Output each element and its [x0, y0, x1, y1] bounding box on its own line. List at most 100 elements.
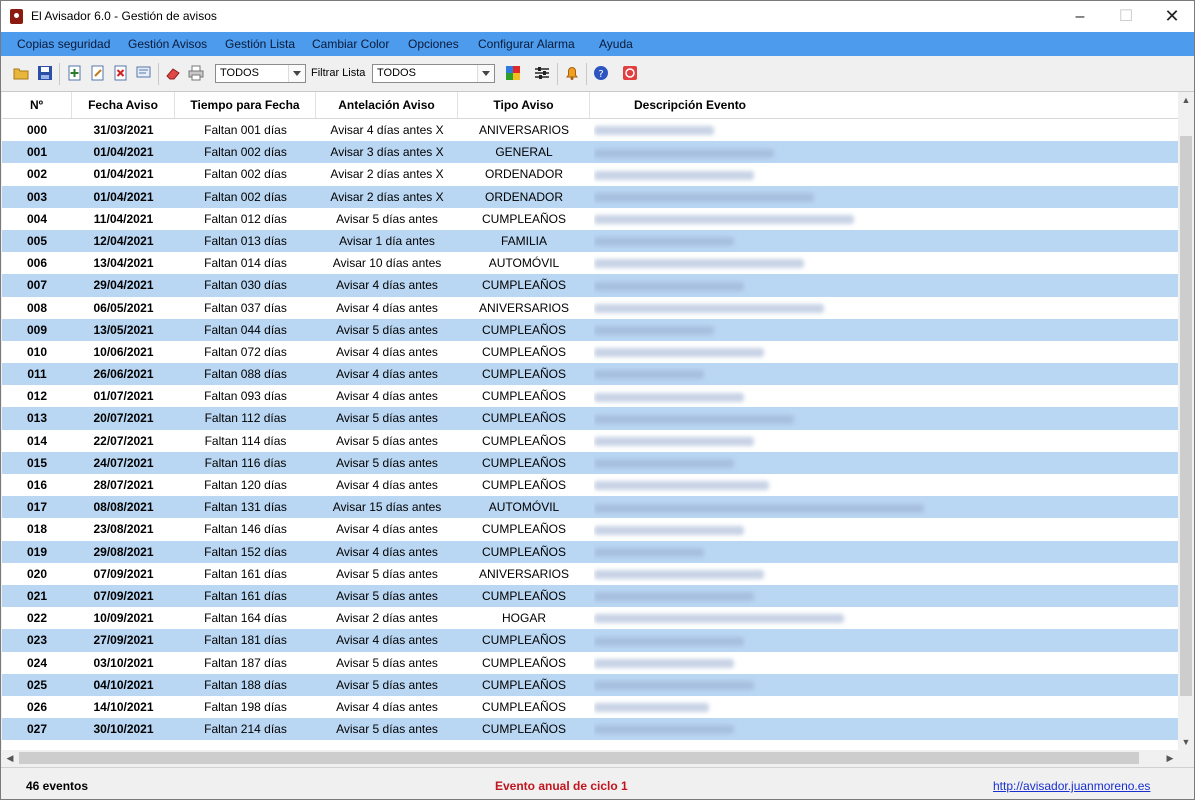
table-row[interactable]: 021 07/09/2021 Faltan 161 días Avisar 5 día… — [2, 584, 1178, 608]
table-row[interactable]: 007 29/04/2021 Faltan 030 días Avisar 4 día… — [2, 274, 1178, 297]
table-row[interactable]: 018 23/08/2021 Faltan 146 días Avisar 4 día… — [2, 518, 1178, 540]
cell-antelacion-aviso: Avisar 5 días antes — [336, 677, 438, 692]
blurred-description — [594, 570, 764, 580]
cell-tiempo-para-fecha: Faltan 114 días — [204, 433, 287, 448]
table-row[interactable]: 016 28/07/2021 Faltan 120 días Avisar 4 día… — [2, 474, 1178, 496]
table-row[interactable]: 012 01/07/2021 Faltan 093 días Avisar 4 día… — [2, 385, 1178, 407]
cell-tiempo-para-fecha: Faltan 001 días — [204, 123, 287, 137]
table-row[interactable]: 000 31/03/2021 Faltan 001 días Avisar 4 día… — [2, 119, 1178, 141]
cell-numero: 005 — [26, 233, 48, 248]
note-icon[interactable] — [136, 65, 152, 81]
chevron-down-icon[interactable] — [477, 65, 494, 82]
table-row[interactable]: 005 12/04/2021 Faltan 013 días Avisar 1 día… — [2, 229, 1178, 253]
menu-opciones[interactable]: Opciones — [408, 37, 459, 51]
blurred-description — [594, 503, 924, 513]
close-icon[interactable]: ✕ — [1149, 1, 1194, 32]
minimize-icon[interactable]: – — [1057, 1, 1103, 32]
table-row[interactable]: 011 26/06/2021 Faltan 088 días Avisar 4 día… — [2, 363, 1178, 386]
help-icon[interactable]: ? — [593, 65, 609, 81]
table-row[interactable]: 004 11/04/2021 Faltan 012 días Avisar 5 día… — [2, 208, 1178, 230]
table-row[interactable]: 001 01/04/2021 Faltan 002 días Avisar 3 día… — [2, 141, 1178, 164]
edit-icon[interactable] — [90, 65, 106, 81]
cell-descripcion-evento — [594, 407, 1174, 429]
cell-tipo-aviso: ANIVERSARIOS — [478, 300, 570, 315]
menu-configurar-alarma[interactable]: Configurar Alarma — [478, 37, 575, 51]
vertical-scroll-thumb[interactable] — [1180, 136, 1192, 696]
cell-antelacion-aviso: Avisar 5 días antes — [336, 433, 438, 448]
header-numero[interactable]: Nº — [2, 92, 72, 118]
category-select[interactable]: TODOS — [215, 64, 306, 83]
cell-antelacion-aviso: Avisar 4 días antes — [336, 699, 438, 714]
cell-fecha-aviso: 27/09/2021 — [93, 633, 154, 648]
table-row[interactable]: 019 29/08/2021 Faltan 152 días Avisar 4 día… — [2, 540, 1178, 563]
save-icon[interactable] — [37, 65, 53, 81]
table-row[interactable]: 006 13/04/2021 Faltan 014 días Avisar 10 dí… — [2, 252, 1178, 274]
settings-sliders-icon[interactable] — [534, 65, 550, 81]
header-descripcion-evento[interactable]: Descripción Evento — [590, 92, 790, 118]
cell-fecha-aviso: 22/07/2021 — [93, 433, 154, 448]
color-palette-icon[interactable] — [505, 65, 521, 81]
open-folder-icon[interactable] — [13, 65, 29, 81]
table-row[interactable]: 013 20/07/2021 Faltan 112 días Avisar 5 día… — [2, 407, 1178, 430]
scroll-down-icon[interactable]: ▼ — [1178, 734, 1194, 750]
cell-descripcion-evento — [594, 518, 1174, 540]
cell-fecha-aviso: 28/07/2021 — [93, 478, 154, 492]
header-tiempo-para-fecha[interactable]: Tiempo para Fecha — [175, 92, 316, 118]
horizontal-scroll-thumb[interactable] — [19, 752, 1139, 764]
table-row[interactable]: 009 13/05/2021 Faltan 044 días Avisar 5 día… — [2, 318, 1178, 341]
eraser-icon[interactable] — [165, 65, 181, 81]
scroll-right-icon[interactable]: ▶ — [1162, 750, 1178, 766]
scroll-up-icon[interactable]: ▲ — [1178, 92, 1194, 108]
filter-list-select[interactable]: TODOS — [372, 64, 495, 83]
header-antelacion-aviso[interactable]: Antelación Aviso — [316, 92, 458, 118]
events-table: Nº Fecha Aviso Tiempo para Fecha Antelac… — [2, 92, 1178, 750]
menu-gestion-lista[interactable]: Gestión Lista — [225, 37, 295, 51]
cell-descripcion-evento — [594, 186, 1174, 208]
table-row[interactable]: 026 14/10/2021 Faltan 198 días Avisar 4 día… — [2, 696, 1178, 718]
print-icon[interactable] — [188, 65, 204, 81]
vertical-scrollbar[interactable]: ▲ ▼ — [1178, 92, 1194, 750]
horizontal-scrollbar[interactable]: ◀ ▶ — [2, 750, 1178, 766]
menu-cambiar-color[interactable]: Cambiar Color — [312, 37, 389, 51]
menu-copias-seguridad[interactable]: Copias seguridad — [17, 37, 110, 51]
cell-tipo-aviso: AUTOMÓVIL — [488, 256, 560, 271]
table-row[interactable]: 023 27/09/2021 Faltan 181 días Avisar 4 día… — [2, 629, 1178, 652]
alarm-bell-icon[interactable] — [564, 65, 580, 81]
table-row[interactable]: 008 06/05/2021 Faltan 037 días Avisar 4 día… — [2, 297, 1178, 319]
delete-icon[interactable] — [113, 65, 129, 81]
cell-numero: 015 — [26, 455, 48, 470]
cell-numero: 007 — [26, 278, 48, 293]
cell-descripcion-evento — [594, 430, 1174, 452]
chevron-down-icon[interactable] — [288, 65, 305, 82]
table-row[interactable]: 015 24/07/2021 Faltan 116 días Avisar 5 día… — [2, 451, 1178, 474]
table-row[interactable]: 014 22/07/2021 Faltan 114 días Avisar 5 día… — [2, 430, 1178, 452]
add-icon[interactable] — [67, 65, 83, 81]
cell-fecha-aviso: 12/04/2021 — [93, 233, 154, 248]
header-tipo-aviso[interactable]: Tipo Aviso — [458, 92, 590, 118]
cell-descripcion-evento — [594, 696, 1174, 718]
cell-numero: 017 — [26, 500, 48, 515]
toolbar-separator — [557, 63, 558, 85]
header-fecha-aviso[interactable]: Fecha Aviso — [72, 92, 175, 118]
cell-descripcion-evento — [594, 363, 1174, 385]
menu-ayuda[interactable]: Ayuda — [599, 37, 633, 51]
table-row[interactable]: 010 10/06/2021 Faltan 072 días Avisar 4 día… — [2, 341, 1178, 363]
menu-gestion-avisos[interactable]: Gestión Avisos — [128, 37, 207, 51]
table-row[interactable]: 022 10/09/2021 Faltan 164 días Avisar 2 día… — [2, 607, 1178, 629]
table-row[interactable]: 003 01/04/2021 Faltan 002 días Avisar 2 día… — [2, 185, 1178, 208]
table-row[interactable]: 024 03/10/2021 Faltan 187 días Avisar 5 día… — [2, 652, 1178, 674]
cell-numero: 026 — [26, 699, 48, 714]
table-row[interactable]: 025 04/10/2021 Faltan 188 días Avisar 5 día… — [2, 673, 1178, 696]
table-row[interactable]: 017 08/08/2021 Faltan 131 días Avisar 15 dí… — [2, 496, 1178, 519]
table-row[interactable]: 027 30/10/2021 Faltan 214 días Avisar 5 día… — [2, 718, 1178, 741]
cell-tipo-aviso: FAMILIA — [500, 233, 547, 248]
scroll-left-icon[interactable]: ◀ — [2, 750, 18, 766]
cell-antelacion-aviso: Avisar 2 días antes X — [330, 167, 444, 182]
table-row[interactable]: 002 01/04/2021 Faltan 002 días Avisar 2 día… — [2, 163, 1178, 185]
table-row[interactable]: 020 07/09/2021 Faltan 161 días Avisar 5 día… — [2, 563, 1178, 585]
exit-icon[interactable] — [622, 65, 638, 81]
cell-antelacion-aviso: Avisar 5 días antes — [336, 455, 438, 470]
cell-tipo-aviso: CUMPLEAÑOS — [481, 344, 567, 359]
maximize-icon[interactable]: ☐ — [1103, 1, 1149, 32]
website-link[interactable]: http://avisador.juanmoreno.es — [993, 779, 1150, 793]
